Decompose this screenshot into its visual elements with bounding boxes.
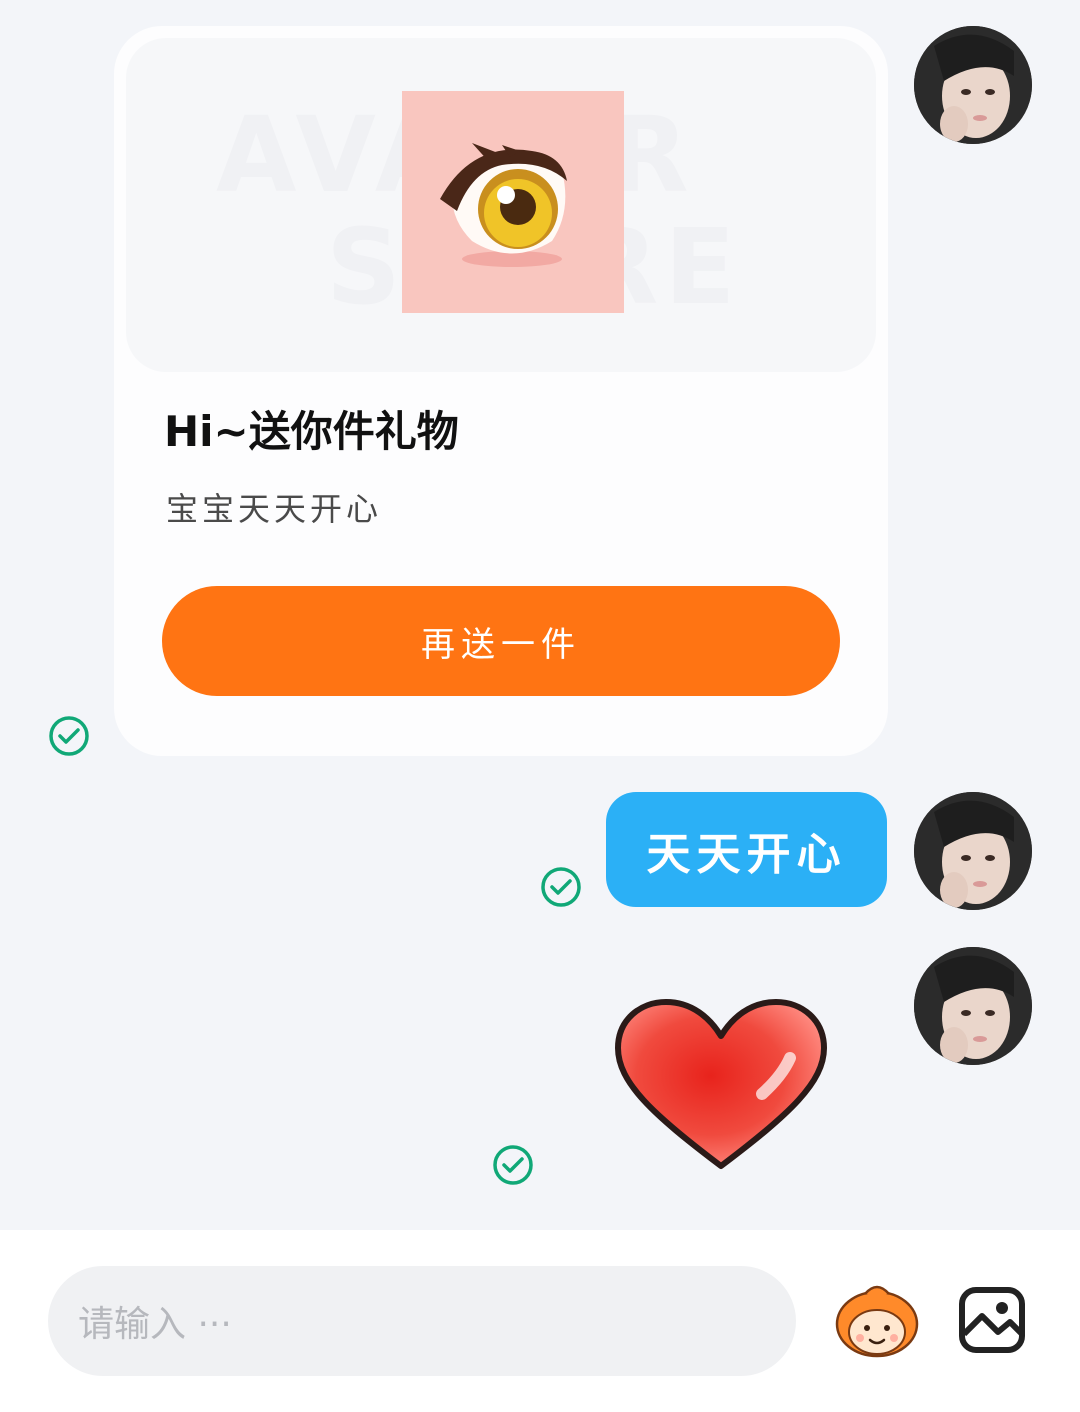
avatar[interactable] [914, 947, 1032, 1065]
heart-sticker[interactable] [612, 996, 830, 1174]
check-circle-icon [49, 716, 89, 756]
avatar[interactable] [914, 26, 1032, 144]
check-circle-icon [541, 867, 581, 907]
message-bubble[interactable]: 天天开心 [606, 792, 887, 907]
gift-subtitle: 宝宝天天开心 [166, 490, 383, 528]
check-circle-icon [493, 1145, 533, 1185]
avatar-photo [914, 792, 1032, 910]
send-another-gift-button[interactable]: 再送一件 [162, 586, 840, 696]
avatar-photo [914, 26, 1032, 144]
gift-preview: AVATAR STORE [126, 38, 876, 372]
image-icon[interactable] [958, 1286, 1026, 1354]
avatar[interactable] [914, 792, 1032, 910]
gift-card-message[interactable]: AVATAR STORE Hi~送你件礼物 宝宝天天开心 再送一件 [114, 26, 888, 756]
emoji-mascot-icon[interactable] [832, 1280, 922, 1358]
message-input[interactable]: 请输入 ··· [48, 1266, 796, 1376]
gift-title: Hi~送你件礼物 [164, 407, 459, 456]
message-input-bar: 请输入 ··· [0, 1230, 1080, 1412]
gift-eye-image [402, 91, 624, 313]
avatar-photo [914, 947, 1032, 1065]
